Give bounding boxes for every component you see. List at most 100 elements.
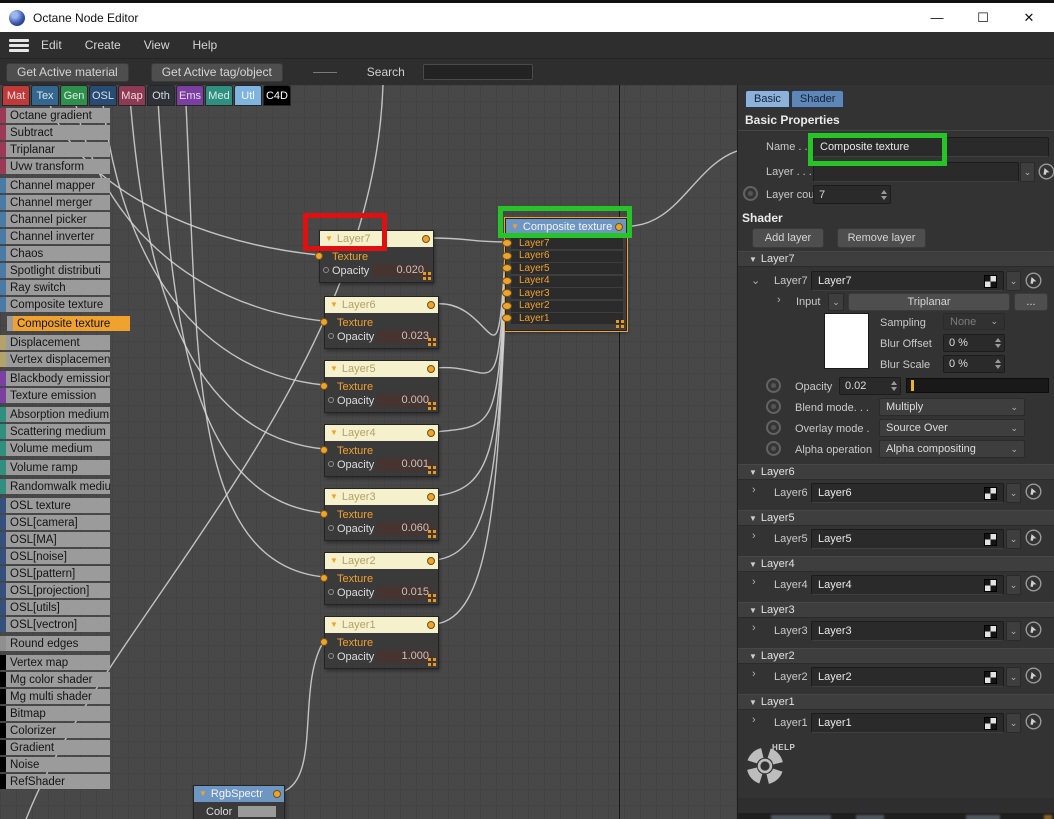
texture-input-port[interactable]	[320, 574, 328, 582]
sidebar-item-ray-switch[interactable]: Ray switch	[0, 280, 110, 295]
checker-texture-icon[interactable]	[984, 624, 997, 638]
input-port[interactable]	[502, 276, 512, 285]
node-layer4[interactable]: ▼ Layer4 Texture Opacity 0.001	[320, 424, 439, 477]
collapse-triangle-icon[interactable]: ▼	[511, 223, 519, 231]
sidebar-item-osl-pattern-[interactable]: OSL[pattern]	[0, 566, 110, 581]
spinner-arrows-icon[interactable]	[888, 378, 900, 394]
overlay-mode-dropdown[interactable]: Source Over ⌄	[879, 419, 1025, 437]
opacity-slider[interactable]	[906, 378, 1049, 393]
collapse-triangle-icon[interactable]: ▼	[330, 621, 338, 629]
group-bar-layer1[interactable]: ▼ Layer1	[738, 694, 1054, 710]
composite-texture-node[interactable]: ▼ Composite texture Layer7 Layer6 Layer5 La…	[502, 217, 628, 332]
picker-icon[interactable]	[1025, 483, 1042, 500]
layer7-picker-icon[interactable]	[1025, 272, 1042, 289]
sidebar-item-subtract[interactable]: Subtract	[0, 125, 110, 140]
group-bar-layer6[interactable]: ▼ Layer6	[738, 464, 1054, 480]
sampling-dropdown[interactable]: None ⌄	[943, 313, 1005, 330]
sidebar-item-composite-texture[interactable]: Composite texture	[0, 297, 110, 312]
expand-icon[interactable]: ›	[752, 484, 756, 496]
name-field[interactable]: Composite texture	[813, 137, 1049, 157]
texture-input-port[interactable]	[320, 382, 328, 390]
node-header[interactable]: ▼ Layer3	[325, 489, 438, 505]
get-active-material-button[interactable]: Get Active material	[6, 62, 129, 82]
expand-icon[interactable]: ›	[752, 530, 756, 542]
output-port[interactable]	[427, 365, 435, 373]
layer-count-radio[interactable]	[743, 186, 758, 201]
group-collapse-icon[interactable]: ▼	[749, 560, 757, 569]
picker-icon[interactable]	[1025, 621, 1042, 638]
texture-input-port[interactable]	[320, 318, 328, 326]
color-swatch[interactable]	[238, 806, 276, 817]
group-bar-layer2[interactable]: ▼ Layer2	[738, 648, 1054, 664]
menu-help[interactable]: Help	[193, 38, 218, 52]
opacity-input-port[interactable]	[328, 461, 334, 467]
group-collapse-icon[interactable]: ▼	[749, 514, 757, 523]
sidebar-item-round-edges[interactable]: Round edges	[0, 636, 110, 651]
menu-view[interactable]: View	[144, 38, 170, 52]
group-collapse-icon[interactable]: ▼	[749, 606, 757, 615]
sidebar-item-channel-inverter[interactable]: Channel inverter	[0, 229, 110, 244]
resize-grip-icon[interactable]	[423, 272, 431, 280]
sidebar-item-channel-merger[interactable]: Channel merger	[0, 195, 110, 210]
layer-picker-icon[interactable]	[1038, 163, 1054, 180]
sidebar-item-osl-texture[interactable]: OSL texture	[0, 498, 110, 513]
sidebar-item-randomwalk-mediu[interactable]: Randomwalk mediu	[0, 479, 110, 494]
menu-edit[interactable]: Edit	[41, 38, 62, 52]
node-header[interactable]: ▼ Layer4	[325, 425, 438, 441]
sidebar-item-osl-noise-[interactable]: OSL[noise]	[0, 549, 110, 564]
group-collapse-icon[interactable]: ▼	[749, 652, 757, 661]
node-layer7[interactable]: ▼ Layer7 Texture Opacity 0.020	[315, 230, 434, 283]
node-layer1[interactable]: ▼ Layer1 Texture Opacity 1.000	[320, 616, 439, 669]
dropdown-button[interactable]: ⌄	[1006, 483, 1021, 503]
dropdown-button[interactable]: ⌄	[1006, 621, 1021, 641]
spinner-arrows-icon[interactable]	[878, 186, 890, 203]
opacity-input-port[interactable]	[323, 267, 329, 273]
sidebar-item-mg-multi-shader[interactable]: Mg multi shader	[0, 689, 110, 704]
group-bar-layer5[interactable]: ▼ Layer5	[738, 510, 1054, 526]
group-bar-layer7[interactable]: ▼ Layer7	[738, 251, 1054, 267]
sidebar-item-blackbody-emission[interactable]: Blackbody emission	[0, 371, 110, 386]
add-layer-button[interactable]: Add layer	[752, 228, 824, 248]
resize-grip-icon[interactable]	[428, 402, 436, 410]
node-layer2[interactable]: ▼ Layer2 Texture Opacity 0.015	[320, 552, 439, 605]
sidebar-item-colorizer[interactable]: Colorizer	[0, 723, 110, 738]
node-header[interactable]: ▼ Layer2	[325, 553, 438, 569]
collapse-triangle-icon[interactable]: ▼	[330, 365, 338, 373]
resize-grip-icon[interactable]	[616, 319, 624, 328]
opacity-value[interactable]: 0.015	[377, 586, 433, 599]
category-tab-ems[interactable]: Ems	[176, 85, 204, 106]
output-port[interactable]	[427, 557, 435, 565]
category-tab-med[interactable]: Med	[205, 85, 233, 106]
sidebar-item-uvw-transform[interactable]: Uvw transform	[0, 159, 110, 174]
input-port[interactable]	[502, 301, 512, 310]
collapse-triangle-icon[interactable]: ▼	[330, 557, 338, 565]
dropdown-button[interactable]: ⌄	[1006, 575, 1021, 595]
menu-create[interactable]: Create	[85, 38, 121, 52]
dropdown-button[interactable]: ⌄	[1006, 667, 1021, 687]
collapse-triangle-icon[interactable]: ▼	[330, 429, 338, 437]
close-button[interactable]: ✕	[1006, 3, 1052, 32]
spinner-arrows-icon[interactable]	[992, 356, 1004, 372]
category-tab-map[interactable]: Map	[118, 85, 146, 106]
sidebar-item-absorption-medium[interactable]: Absorption medium	[0, 407, 110, 422]
category-tab-utl[interactable]: Utl	[234, 85, 262, 106]
texture-input-port[interactable]	[320, 638, 328, 646]
opacity-value[interactable]: 0.060	[377, 522, 433, 535]
layer-field[interactable]	[813, 162, 1019, 182]
opacity-input-port[interactable]	[328, 333, 334, 339]
spinner-arrows-icon[interactable]	[992, 335, 1004, 351]
opacity-value[interactable]: 0.001	[377, 458, 433, 471]
sidebar-item-refshader[interactable]: RefShader	[0, 774, 110, 789]
input-more-button[interactable]: ...	[1014, 293, 1048, 311]
checker-texture-icon[interactable]	[984, 532, 997, 546]
input-port[interactable]	[502, 314, 512, 322]
sidebar-item-channel-mapper[interactable]: Channel mapper	[0, 178, 110, 193]
node-canvas[interactable]: Mat Tex Gen OSL Map Oth Ems Med Utl C4D Octane gr…	[0, 85, 737, 819]
overlay-mode-radio[interactable]	[766, 420, 781, 435]
alpha-operation-radio[interactable]	[766, 441, 781, 456]
category-tab-c4d[interactable]: C4D	[263, 85, 291, 106]
rgb-output-port[interactable]	[273, 790, 281, 798]
node-header[interactable]: ▼ Layer7	[320, 231, 433, 247]
group-collapse-icon[interactable]: ▼	[749, 255, 757, 264]
checker-texture-icon[interactable]	[984, 274, 997, 288]
